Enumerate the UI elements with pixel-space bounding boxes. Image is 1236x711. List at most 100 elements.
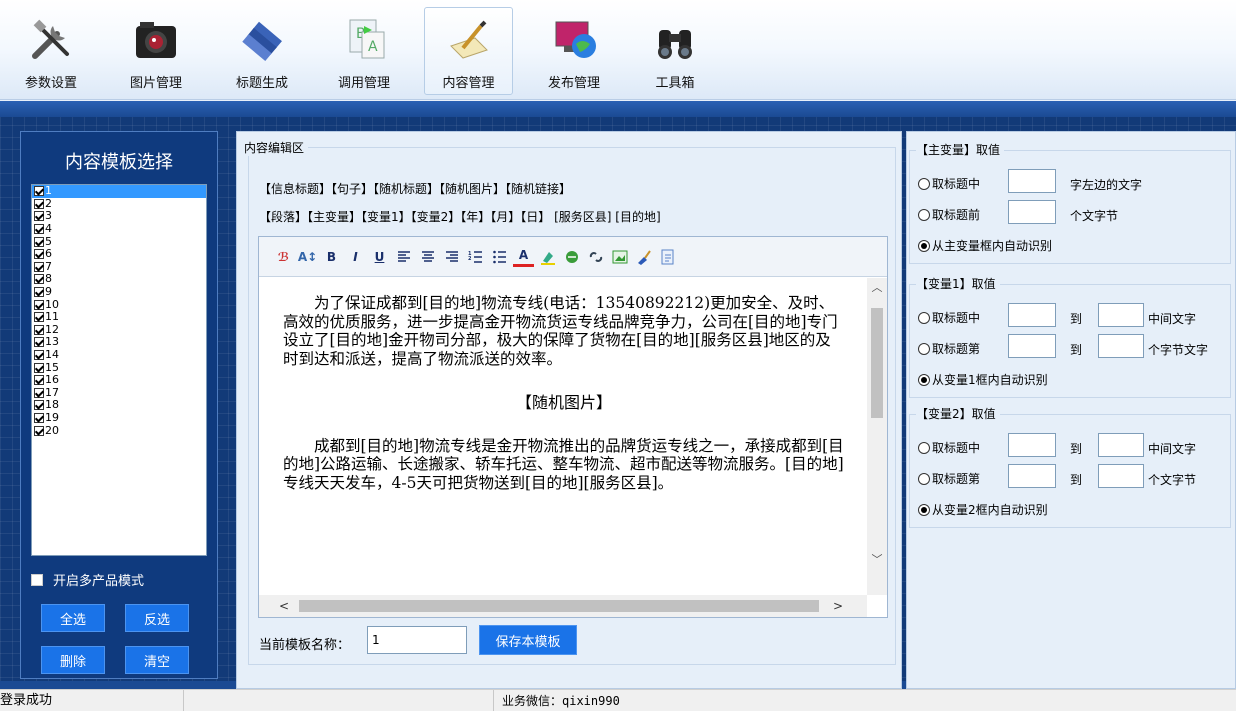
- font-color-icon[interactable]: A: [513, 246, 534, 267]
- var2-to-input[interactable]: [1098, 433, 1144, 457]
- align-center-icon[interactable]: [417, 246, 438, 267]
- vertical-scrollbar[interactable]: ︿ ﹀: [867, 278, 887, 595]
- toolbar-toolbox-button[interactable]: 工具箱: [640, 8, 710, 94]
- checkbox[interactable]: [34, 350, 44, 361]
- main-var-char-input[interactable]: [1008, 169, 1056, 193]
- radio-button[interactable]: [918, 472, 930, 485]
- checkbox[interactable]: [34, 425, 44, 436]
- toolbar-images-button[interactable]: 图片管理: [118, 8, 194, 94]
- ordered-list-icon[interactable]: 12: [465, 246, 486, 267]
- toolbar-publish-button[interactable]: 发布管理: [536, 8, 612, 94]
- invert-selection-button[interactable]: 反选: [125, 604, 189, 632]
- font-size-icon[interactable]: A↕: [297, 246, 318, 267]
- checkbox[interactable]: [34, 337, 44, 348]
- template-list-item[interactable]: 18: [32, 399, 206, 412]
- checkbox[interactable]: [34, 224, 44, 235]
- scroll-thumb[interactable]: [299, 600, 819, 612]
- template-list-item[interactable]: 2: [32, 197, 206, 211]
- template-list-item[interactable]: 14: [32, 349, 206, 362]
- insert-tags-row[interactable]: 【段落】【主变量】【变量1】【变量2】【年】【月】【日】 [服务区县] [目的地…: [259, 208, 661, 225]
- checkbox[interactable]: [34, 400, 44, 411]
- checkbox[interactable]: [34, 261, 44, 272]
- checkbox[interactable]: [34, 375, 44, 386]
- main-var-option-3[interactable]: 从主变量框内自动识别: [918, 237, 1052, 254]
- checkbox[interactable]: [34, 274, 44, 285]
- align-right-icon[interactable]: [441, 246, 462, 267]
- var1-option-3[interactable]: 从变量1框内自动识别: [918, 371, 1048, 388]
- template-list-item[interactable]: 13: [32, 336, 206, 349]
- radio-button[interactable]: [918, 208, 930, 221]
- template-list-item[interactable]: 1: [32, 185, 206, 198]
- checkbox[interactable]: [34, 186, 44, 197]
- multi-product-toggle[interactable]: 开启多产品模式: [31, 570, 144, 589]
- template-list[interactable]: 1 2 3 4 5 6 7 8 9 10 11 12 13 14 15 16 17 18 19 20: [31, 184, 207, 556]
- template-list-item[interactable]: 15: [32, 361, 206, 374]
- checkbox[interactable]: [34, 412, 44, 423]
- checkbox[interactable]: [34, 198, 44, 209]
- var2-option-3[interactable]: 从变量2框内自动识别: [918, 501, 1048, 518]
- scroll-thumb[interactable]: [871, 308, 883, 418]
- scroll-left-icon[interactable]: <: [277, 599, 291, 613]
- template-list-item[interactable]: 5: [32, 235, 206, 248]
- checkbox[interactable]: [34, 236, 44, 247]
- template-list-item[interactable]: 7: [32, 260, 206, 274]
- template-list-item[interactable]: 8: [32, 273, 206, 286]
- unlink-icon[interactable]: [585, 246, 606, 267]
- align-left-icon[interactable]: [393, 246, 414, 267]
- var2-option-2[interactable]: 取标题第: [918, 470, 980, 487]
- main-var-count-input[interactable]: [1008, 200, 1056, 224]
- unordered-list-icon[interactable]: [489, 246, 510, 267]
- clear-button[interactable]: 清空: [125, 646, 189, 674]
- main-var-option-2[interactable]: 取标题前: [918, 206, 980, 223]
- template-list-item[interactable]: 17: [32, 386, 206, 400]
- checkbox[interactable]: [34, 249, 44, 260]
- var2-from-input[interactable]: [1008, 433, 1056, 457]
- checkbox[interactable]: [34, 312, 44, 323]
- link-icon[interactable]: [561, 246, 582, 267]
- radio-button[interactable]: [918, 503, 930, 516]
- template-name-input[interactable]: 1: [367, 626, 467, 654]
- radio-button[interactable]: [918, 239, 930, 252]
- underline-icon[interactable]: U: [369, 246, 390, 267]
- radio-button[interactable]: [918, 311, 930, 324]
- scroll-right-icon[interactable]: >: [831, 599, 845, 613]
- image-icon[interactable]: [609, 246, 630, 267]
- checkbox[interactable]: [34, 287, 44, 298]
- template-list-item[interactable]: 3: [32, 210, 206, 223]
- bold-icon[interactable]: B: [321, 246, 342, 267]
- template-list-item[interactable]: 10: [32, 298, 206, 311]
- checkbox[interactable]: [34, 299, 44, 310]
- source-code-icon[interactable]: [657, 246, 678, 267]
- checkbox[interactable]: [34, 387, 44, 398]
- radio-button[interactable]: [918, 441, 930, 454]
- var1-option-2[interactable]: 取标题第: [918, 340, 980, 357]
- template-list-item[interactable]: 11: [32, 311, 206, 324]
- checkbox[interactable]: [34, 211, 44, 222]
- toolbar-content-button[interactable]: 内容管理: [424, 7, 513, 95]
- horizontal-scrollbar[interactable]: < >: [259, 595, 867, 617]
- checkbox[interactable]: [34, 362, 44, 373]
- font-family-icon[interactable]: ℬ: [273, 246, 294, 267]
- highlight-icon[interactable]: [537, 246, 558, 267]
- var1-from-input[interactable]: [1008, 303, 1056, 327]
- var1-to-input[interactable]: [1098, 303, 1144, 327]
- rich-text-editor[interactable]: ℬ A↕ B I U 12 A 为了保证成都到[目的地]物流专线(电话：1354: [258, 236, 888, 618]
- insert-tags-row[interactable]: 【信息标题】【句子】【随机标题】【随机图片】【随机链接】: [259, 180, 571, 197]
- template-list-item[interactable]: 16: [32, 374, 206, 387]
- var1-pos-to-input[interactable]: [1098, 334, 1144, 358]
- clean-format-icon[interactable]: [633, 246, 654, 267]
- radio-button[interactable]: [918, 373, 930, 386]
- radio-button[interactable]: [918, 177, 930, 190]
- template-list-item[interactable]: 20: [32, 424, 206, 437]
- template-list-item[interactable]: 4: [32, 223, 206, 236]
- main-var-option-1[interactable]: 取标题中: [918, 175, 980, 192]
- template-list-item[interactable]: 12: [32, 323, 206, 337]
- template-list-item[interactable]: 6: [32, 248, 206, 261]
- var1-option-1[interactable]: 取标题中: [918, 309, 980, 326]
- template-list-item[interactable]: 9: [32, 286, 206, 299]
- toolbar-titles-button[interactable]: 标题生成: [224, 8, 300, 94]
- delete-button[interactable]: 删除: [41, 646, 105, 674]
- italic-icon[interactable]: I: [345, 246, 366, 267]
- editor-content[interactable]: 为了保证成都到[目的地]物流专线(电话：13540892212)更加安全、及时、…: [259, 278, 867, 595]
- template-list-item[interactable]: 19: [32, 411, 206, 425]
